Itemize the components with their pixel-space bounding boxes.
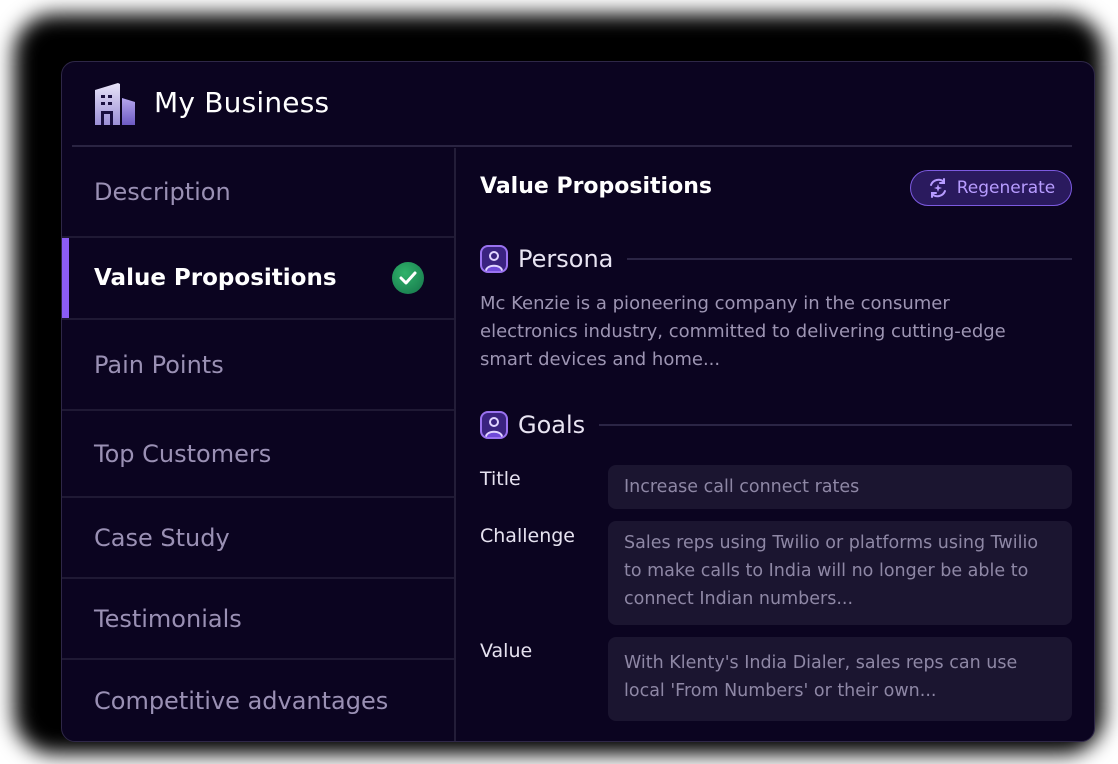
- sidebar-item-label: Testimonials: [94, 604, 242, 633]
- sidebar-item-description[interactable]: Description: [62, 148, 454, 238]
- goals-label: Goals: [518, 411, 586, 439]
- persona-icon: [480, 245, 508, 273]
- card-header: My Business: [62, 62, 1094, 146]
- building-icon: [95, 83, 135, 125]
- sidebar-item-testimonials[interactable]: Testimonials: [62, 579, 454, 660]
- section-divider: [627, 258, 1072, 260]
- header-divider: [72, 145, 1072, 147]
- sidebar-item-value-propositions[interactable]: Value Propositions: [62, 238, 454, 320]
- section-divider: [599, 424, 1072, 426]
- sidebar-item-label: Pain Points: [94, 350, 224, 379]
- my-business-card: My Business Description Value Propositio…: [61, 61, 1095, 742]
- challenge-label: Challenge: [480, 525, 575, 547]
- persona-heading: Persona: [480, 245, 1072, 273]
- regenerate-icon: [929, 178, 946, 198]
- title-label: Title: [480, 468, 521, 490]
- regenerate-button[interactable]: Regenerate: [910, 170, 1072, 206]
- sidebar-item-top-customers[interactable]: Top Customers: [62, 411, 454, 498]
- title-field[interactable]: Increase call connect rates: [608, 465, 1072, 509]
- sidebar-item-label: Case Study: [94, 523, 230, 552]
- check-circle-icon: [392, 262, 424, 294]
- page-title: My Business: [154, 86, 330, 119]
- sidebar-item-case-study[interactable]: Case Study: [62, 498, 454, 579]
- sidebar-item-pain-points[interactable]: Pain Points: [62, 320, 454, 411]
- sidebar-item-label: Value Propositions: [94, 265, 337, 291]
- persona-description: Mc Kenzie is a pioneering company in the…: [480, 293, 1006, 370]
- main-panel: Value Propositions Regenerate Persona Mc…: [456, 148, 1094, 741]
- value-label: Value: [480, 640, 533, 662]
- sidebar-item-label: Competitive advantages: [94, 687, 389, 715]
- goals-heading: Goals: [480, 411, 1072, 439]
- sidebar-item-label: Top Customers: [94, 439, 272, 468]
- persona-label: Persona: [518, 245, 614, 273]
- challenge-field[interactable]: Sales reps using Twilio or platforms usi…: [608, 521, 1072, 625]
- goals-icon: [480, 411, 508, 439]
- regenerate-label: Regenerate: [956, 178, 1056, 198]
- sidebar: Description Value Propositions Pain Poin…: [62, 148, 456, 741]
- sidebar-item-competitive-advantages[interactable]: Competitive advantages: [62, 660, 454, 741]
- section-title: Value Propositions: [480, 174, 712, 199]
- sidebar-item-label: Description: [94, 178, 231, 206]
- value-field[interactable]: With Klenty's India Dialer, sales reps c…: [608, 637, 1072, 721]
